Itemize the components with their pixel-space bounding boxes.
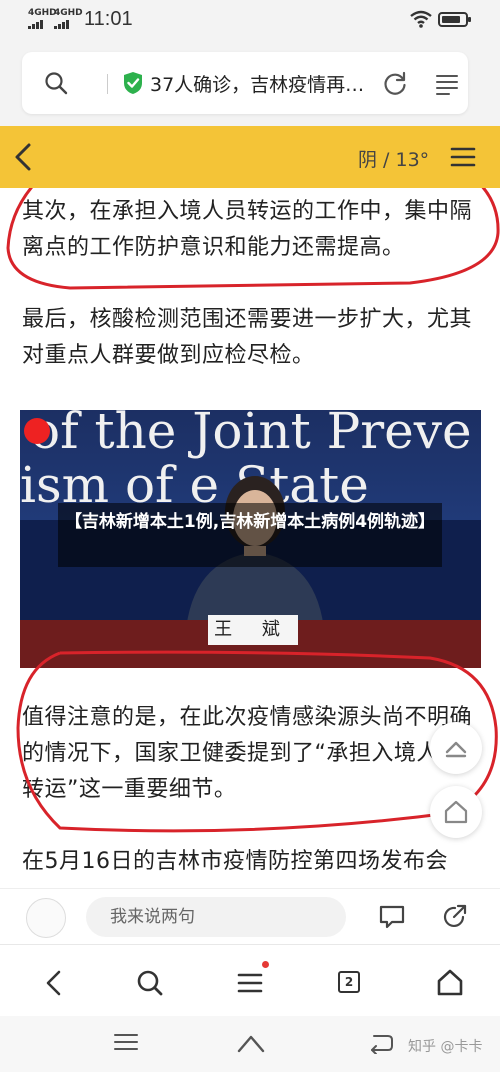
- battery-level: [442, 16, 461, 23]
- menu-icon: [237, 973, 263, 993]
- comment-icon[interactable]: [378, 903, 406, 931]
- nameplate: 王 斌: [208, 615, 298, 645]
- address-bar[interactable]: 37人确诊，吉林疫情再…: [22, 52, 468, 114]
- menu-button[interactable]: [230, 961, 270, 1003]
- article-paragraph: 值得注意的是，在此次疫情感染源头尚不明确的情况下，国家卫健委提到了“承担入境人员…: [22, 705, 473, 802]
- shield-check-icon: [124, 72, 142, 94]
- channel-logo-icon: [24, 418, 50, 444]
- tabs-button[interactable]: 2: [330, 963, 370, 1003]
- system-nav: 知乎 @卡卡: [0, 1016, 500, 1072]
- signal-bars-icon: [54, 20, 83, 29]
- backdrop-text-line1: of the Joint Preve: [30, 410, 472, 460]
- video-caption: 【吉林新增本土1例,吉林新增本土病例4例轨迹】: [58, 503, 442, 567]
- article-paragraph: 其次，在承担入境人员转运的工作中，集中隔离点的工作防护意识和能力还需提高。: [22, 199, 473, 260]
- article-paragraph: 在5月16日的吉林市疫情防控第四场发布会: [22, 849, 448, 874]
- chevron-up-icon: [445, 741, 467, 758]
- notification-dot: [262, 961, 269, 968]
- tabs-icon: 2: [338, 971, 360, 993]
- signal-indicator-1: 4GHD: [28, 9, 57, 29]
- home-icon[interactable]: [236, 1032, 266, 1054]
- back-icon[interactable]: [368, 1032, 394, 1054]
- signal-label-2: 4GHD: [54, 8, 83, 18]
- clock: 11:01: [84, 8, 133, 30]
- home-icon: [444, 800, 468, 824]
- hamburger-icon[interactable]: [450, 146, 476, 168]
- back-icon[interactable]: [34, 963, 74, 1003]
- article-header: 阴 / 13°: [0, 126, 500, 188]
- signal-indicator-2: 4GHD: [54, 9, 83, 29]
- signal-bars-icon: [28, 20, 57, 29]
- menu-lines-icon[interactable]: [435, 73, 459, 95]
- menu-icon[interactable]: [113, 1032, 139, 1052]
- battery-icon: [438, 12, 471, 27]
- home-float-button[interactable]: [430, 786, 482, 838]
- signal-label-1: 4GHD: [28, 8, 57, 18]
- comment-input[interactable]: [86, 897, 346, 937]
- search-icon[interactable]: [130, 963, 170, 1003]
- share-icon[interactable]: [441, 903, 469, 931]
- browser-toolbar: 37人确诊，吉林疫情再…: [0, 40, 500, 126]
- wifi-icon: [410, 10, 432, 28]
- watermark: 知乎 @卡卡: [408, 1039, 483, 1055]
- browser-nav: 2: [0, 944, 500, 1016]
- comment-bar: [0, 888, 500, 944]
- weather-label: 阴 / 13°: [358, 149, 430, 171]
- article-paragraph: 最后，核酸检测范围还需要进一步扩大，尤其对重点人群要做到应检尽检。: [22, 307, 473, 368]
- avatar[interactable]: [26, 898, 66, 938]
- page-title[interactable]: 37人确诊，吉林疫情再…: [150, 70, 390, 97]
- home-icon[interactable]: [430, 963, 470, 1003]
- status-bar: 4GHD 4GHD 11:01: [0, 0, 500, 40]
- article-body: 其次，在承担入境人员转运的工作中，集中隔离点的工作防护意识和能力还需提高。 最后…: [0, 188, 500, 888]
- back-chevron-icon[interactable]: [10, 142, 38, 172]
- search-icon[interactable]: [44, 71, 68, 95]
- address-divider: [107, 74, 108, 94]
- scroll-top-button[interactable]: [430, 722, 482, 774]
- reload-icon[interactable]: [382, 71, 408, 97]
